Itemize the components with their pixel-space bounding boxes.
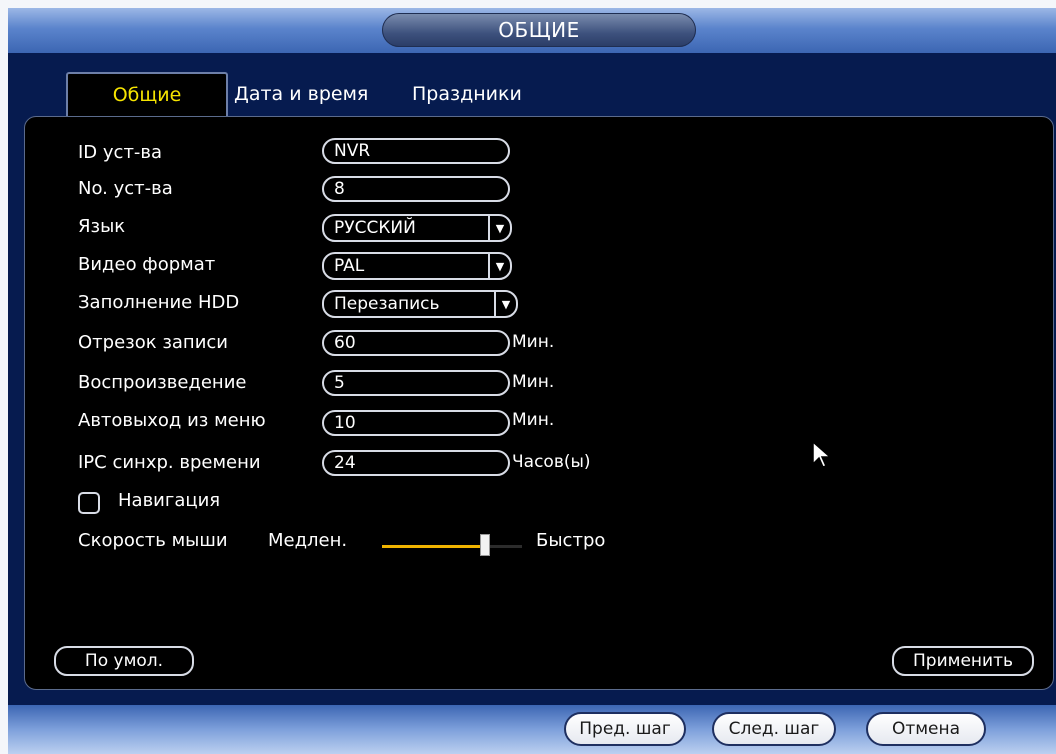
settings-panel [24, 116, 1054, 690]
hdd-full-label: Заполнение HDD [78, 292, 240, 313]
tab-date-time[interactable]: Дата и время [234, 72, 368, 116]
prev-step-button[interactable]: Пред. шаг [564, 712, 686, 746]
hdd-full-value: Перезапись [334, 294, 440, 314]
mouse-pointer-icon [812, 440, 832, 468]
device-no-label: No. уст-ва [78, 178, 173, 199]
language-value: РУССКИЙ [334, 218, 416, 238]
mouse-speed-slider-handle[interactable] [480, 534, 490, 556]
chevron-down-icon[interactable]: ▼ [488, 254, 510, 278]
mouse-speed-max-label: Быстро [536, 530, 606, 551]
apply-button[interactable]: Применить [892, 646, 1034, 676]
playback-label: Воспроизведение [78, 372, 247, 393]
record-segment-field[interactable]: 60 [322, 330, 510, 356]
device-id-label: ID уст-ва [78, 142, 163, 163]
auto-logout-label: Автовыход из меню [78, 410, 266, 431]
cancel-button[interactable]: Отмена [866, 712, 986, 746]
default-button[interactable]: По умол. [54, 646, 194, 676]
navigation-label: Навигация [118, 490, 221, 511]
tab-general[interactable]: Общие [66, 72, 228, 116]
language-label: Язык [78, 216, 126, 237]
ipc-sync-field[interactable]: 24 [322, 450, 510, 476]
auto-logout-unit: Мин. [512, 410, 555, 430]
ipc-sync-label: IPC синхр. времени [78, 452, 261, 473]
next-step-button[interactable]: След. шаг [712, 712, 836, 746]
hdd-full-select[interactable]: Перезапись ▼ [322, 290, 518, 318]
chevron-down-icon[interactable]: ▼ [488, 216, 510, 240]
device-id-field[interactable]: NVR [322, 138, 510, 164]
window-title: ОБЩИЕ [382, 13, 696, 47]
ipc-sync-unit: Часов(ы) [512, 452, 591, 472]
device-no-field[interactable]: 8 [322, 176, 510, 202]
chevron-down-icon[interactable]: ▼ [494, 292, 516, 316]
mouse-speed-slider[interactable] [382, 545, 522, 548]
title-bar: ОБЩИЕ [8, 8, 1056, 53]
video-format-label: Видео формат [78, 254, 216, 275]
playback-unit: Мин. [512, 372, 555, 392]
navigation-checkbox[interactable] [78, 492, 100, 514]
mouse-speed-label: Скорость мыши [78, 530, 228, 551]
footer-bar: Пред. шаг След. шаг Отмена [8, 705, 1056, 754]
auto-logout-field[interactable]: 10 [322, 410, 510, 436]
video-format-select[interactable]: PAL ▼ [322, 252, 512, 280]
playback-field[interactable]: 5 [322, 370, 510, 396]
mouse-speed-slider-fill [382, 545, 487, 548]
mouse-speed-min-label: Медлен. [268, 530, 348, 551]
language-select[interactable]: РУССКИЙ ▼ [322, 214, 512, 242]
video-format-value: PAL [334, 256, 365, 276]
record-segment-label: Отрезок записи [78, 332, 228, 353]
record-segment-unit: Мин. [512, 332, 555, 352]
tab-holidays[interactable]: Праздники [412, 72, 522, 116]
settings-window: ОБЩИЕ Общие Дата и время Праздники ID ус… [8, 8, 1056, 754]
